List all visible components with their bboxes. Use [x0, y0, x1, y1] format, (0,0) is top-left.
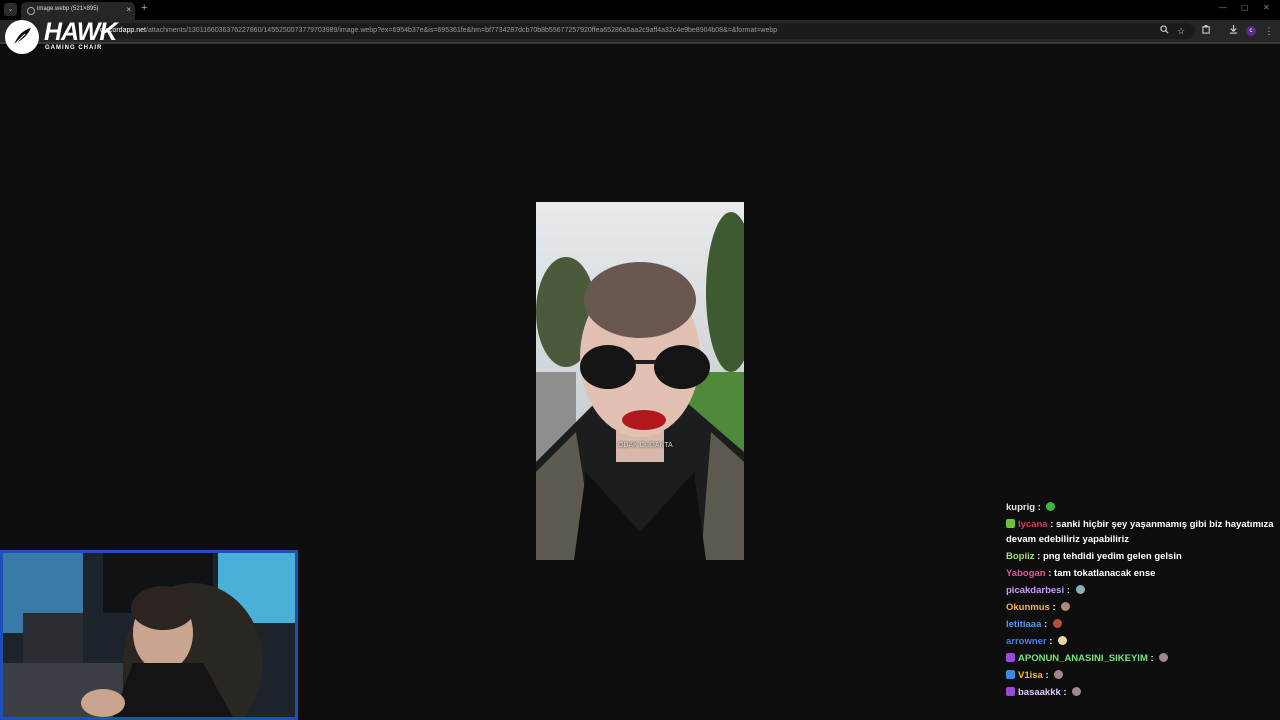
bookmark-star-icon[interactable]: ☆: [1175, 25, 1187, 37]
close-window-button[interactable]: ✕: [1263, 3, 1270, 12]
chat-separator: :: [1047, 519, 1057, 530]
chat-text: tam tokatlanacak ense: [1054, 568, 1156, 579]
chat-message: basaakkk :: [1006, 685, 1082, 700]
viewed-image[interactable]: [536, 202, 744, 560]
chat-text: sanki hiçbir şey yaşanmamış gibi biz hay…: [1056, 519, 1274, 530]
chat-emote-icon: [1054, 670, 1064, 679]
chat-message: letitiaaa :: [1006, 617, 1062, 632]
chat-username[interactable]: arrowner: [1006, 636, 1047, 647]
new-tab-button[interactable]: +: [141, 2, 147, 14]
chat-text: devam edebiliriz yapabiliriz: [1006, 534, 1130, 545]
chat-separator: :: [1042, 670, 1052, 681]
chat-message: kuprig :: [1006, 500, 1056, 515]
chat-emote-icon: [1075, 585, 1085, 594]
chat-emote-icon: [1052, 619, 1062, 628]
chat-separator: :: [1147, 653, 1157, 664]
tab-title: image.webp (521×895): [37, 6, 99, 12]
chat-username[interactable]: letitiaaa: [1006, 619, 1041, 630]
chat-username[interactable]: kuprig: [1006, 502, 1035, 513]
chat-separator: :: [1034, 551, 1043, 562]
chat-emote-icon: [1061, 602, 1071, 611]
chat-badge-icon: [1006, 670, 1015, 679]
url-path[interactable]: /attachments/1301166036376227860/1455250…: [146, 27, 777, 34]
chat-separator: :: [1046, 636, 1056, 647]
chat-separator: :: [1035, 502, 1044, 513]
toolbar-divider: [0, 42, 1280, 44]
stream-screen: ⌄ image.webp (521×895) × + — ▢ ✕ discord…: [0, 0, 1280, 720]
chat-badge-icon: [1006, 519, 1015, 528]
chat-message: V1isa :: [1006, 668, 1064, 683]
chat-text: png tehdidi yedim gelen gelsin: [1042, 551, 1182, 562]
chat-separator: :: [1049, 602, 1059, 613]
restore-button[interactable]: ▢: [1241, 3, 1249, 12]
sponsor-logo: HAWK GAMING CHAIR: [5, 18, 117, 54]
logo-subtitle: GAMING CHAIR: [45, 45, 103, 51]
chat-message: Yabogan : tam tokatlanacak ense: [1006, 566, 1155, 581]
chat-message: Okunmus :: [1006, 600, 1071, 615]
chat-emote-icon: [1072, 687, 1082, 696]
chat-message: devam edebiliriz yapabiliriz: [1006, 532, 1129, 547]
download-icon[interactable]: [1227, 25, 1239, 37]
globe-icon: [27, 7, 35, 15]
chat-separator: :: [1060, 687, 1070, 698]
chat-separator: :: [1045, 568, 1055, 579]
hawk-feather-icon: [5, 20, 39, 54]
chat-emote-icon: [1058, 636, 1068, 645]
image-caption: ODAK DUDAKTA: [618, 442, 673, 449]
webcam-overlay: [0, 550, 298, 720]
chat-username[interactable]: APONUN_ANASINI_SIKEYIM: [1018, 653, 1148, 664]
chat-badge-icon: [1006, 687, 1015, 696]
chat-message: picakdarbesi :: [1006, 583, 1085, 598]
chat-username[interactable]: picakdarbesi: [1006, 585, 1064, 596]
minimize-button[interactable]: —: [1219, 3, 1227, 12]
chat-message: APONUN_ANASINI_SIKEYIM :: [1006, 651, 1169, 666]
extensions-icon[interactable]: [1200, 25, 1212, 37]
chat-username[interactable]: lycana: [1018, 519, 1048, 530]
chat-username[interactable]: Bopiiz: [1006, 551, 1035, 562]
menu-kebab-icon[interactable]: ⋮: [1263, 25, 1275, 37]
chat-message: lycana : sanki hiçbir şey yaşanmamış gib…: [1006, 517, 1274, 532]
zoom-icon[interactable]: [1158, 25, 1170, 37]
chat-emote-icon: [1159, 653, 1169, 662]
chat-emote-icon: [1046, 502, 1056, 511]
chat-username[interactable]: basaakkk: [1018, 687, 1061, 698]
chat-username[interactable]: Yabogan: [1006, 568, 1046, 579]
tab-search-button[interactable]: ⌄: [4, 3, 17, 16]
chat-separator: :: [1041, 619, 1050, 630]
profile-avatar[interactable]: c: [1246, 26, 1256, 36]
chat-username[interactable]: Okunmus: [1006, 602, 1050, 613]
chat-separator: :: [1064, 585, 1073, 596]
logo-word: HAWK: [44, 18, 117, 46]
chat-username[interactable]: V1isa: [1018, 670, 1043, 681]
chat-message: arrowner :: [1006, 634, 1068, 649]
chat-message: Bopiiz : png tehdidi yedim gelen gelsin: [1006, 549, 1182, 564]
chat-badge-icon: [1006, 653, 1015, 662]
browser-tab-strip: ⌄ image.webp (521×895) × + — ▢ ✕: [0, 0, 1280, 20]
tab-close-button[interactable]: ×: [126, 5, 131, 14]
